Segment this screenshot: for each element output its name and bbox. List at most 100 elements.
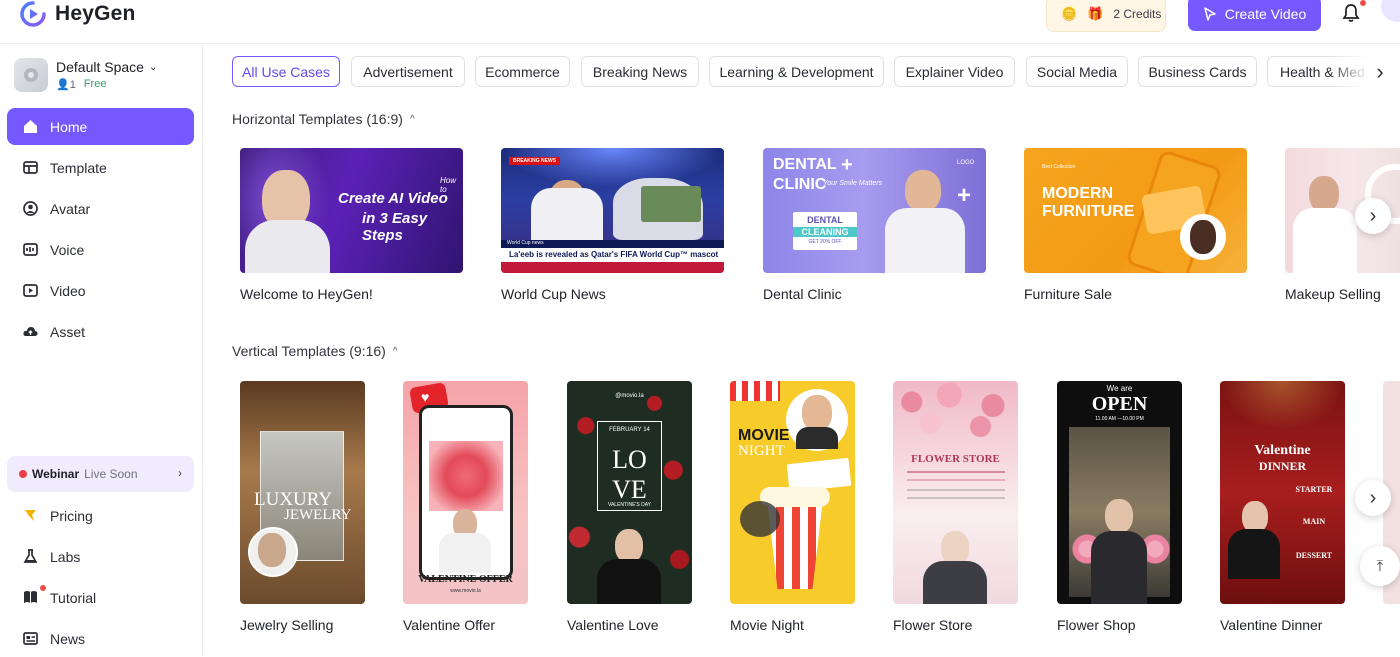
carousel-next-button[interactable]: ›: [1355, 480, 1391, 516]
card-title[interactable]: Valentine Offer: [403, 617, 495, 633]
asset-icon: [23, 327, 38, 336]
sidebar-item-labs[interactable]: Labs: [7, 538, 194, 575]
labs-icon: [23, 549, 38, 563]
create-video-button[interactable]: Create Video: [1188, 0, 1321, 31]
notification-dot: [40, 585, 46, 591]
plan-badge: Free: [83, 78, 107, 90]
card-text: NIGHT: [738, 443, 785, 459]
card-text: CLINIC: [773, 176, 827, 193]
sidebar-item-news[interactable]: News: [7, 620, 194, 657]
space-avatar: [14, 58, 48, 92]
cursor-icon: [1204, 6, 1216, 21]
card-title[interactable]: Makeup Selling: [1285, 286, 1381, 302]
card-title[interactable]: Jewelry Selling: [240, 617, 333, 633]
sidebar-item-home[interactable]: Home: [7, 108, 194, 145]
top-bar: HeyGen 🪙 🎁 2 Credits Create Video: [0, 0, 1400, 44]
template-card[interactable]: MOVIE NIGHT: [730, 381, 855, 604]
card-title[interactable]: Dental Clinic: [763, 286, 842, 302]
filter-chip[interactable]: Explainer Video: [894, 56, 1015, 87]
card-text: Best Collection: [1042, 164, 1076, 170]
sidebar-item-label: Template: [50, 159, 107, 176]
notification-dot: [1360, 0, 1366, 6]
sidebar-item-asset[interactable]: Asset: [7, 313, 194, 350]
gift-icon: 🎁: [1087, 6, 1104, 21]
live-dot: [19, 470, 27, 478]
card-title[interactable]: Valentine Dinner: [1220, 617, 1322, 633]
sidebar-item-label: Tutorial: [50, 589, 97, 606]
webinar-banner[interactable]: Webinar Live Soon ›: [7, 456, 194, 492]
bell-icon[interactable]: [1340, 2, 1362, 24]
use-case-filters: All Use Cases Advertisement Ecommerce Br…: [232, 56, 1400, 88]
template-card[interactable]: FLOWER STORE: [893, 381, 1018, 604]
template-card[interactable]: @movio.la FEBRUARY 14 LO VE VALENTINE'S …: [567, 381, 692, 604]
sidebar-item-voice[interactable]: Voice: [7, 231, 194, 268]
template-card[interactable]: How to Create AI Video in 3 Easy Steps: [240, 148, 463, 273]
avatar[interactable]: [1381, 0, 1400, 22]
chevron-right-icon: ›: [1369, 486, 1377, 509]
horizontal-section-title[interactable]: Horizontal Templates (16:9) ^: [232, 111, 415, 127]
template-card[interactable]: BREAKING NEWS World Cup news La'eeb is r…: [501, 148, 724, 273]
voice-icon: [23, 243, 38, 256]
chevron-up-icon: ^: [409, 113, 415, 125]
user-icon: 👤: [56, 79, 70, 91]
card-text: LO: [612, 445, 647, 474]
filter-chip[interactable]: Business Cards: [1138, 56, 1257, 87]
template-card[interactable]: ♥ VALENTINE OFFER www.movio.la: [403, 381, 528, 604]
filter-chip[interactable]: Advertisement: [351, 56, 465, 87]
card-text: DESSERT: [1295, 551, 1333, 560]
carousel-next-button[interactable]: ›: [1355, 198, 1391, 234]
sidebar-item-avatar[interactable]: Avatar: [7, 190, 194, 227]
template-card[interactable]: LUXURY JEWELRY: [240, 381, 365, 604]
scroll-to-top-button[interactable]: ⤒: [1360, 546, 1400, 586]
card-title[interactable]: Movie Night: [730, 617, 804, 633]
filter-chip[interactable]: Learning & Development: [709, 56, 884, 87]
card-text: www.movio.la: [450, 588, 481, 594]
news-icon: [23, 632, 38, 645]
card-text: Valentine: [1254, 443, 1311, 458]
template-card[interactable]: We are OPEN 11.00 AM —10.00 PM: [1057, 381, 1182, 604]
chevron-down-icon: ⌄: [148, 61, 158, 73]
chevron-right-icon[interactable]: ›: [1366, 58, 1394, 86]
card-title[interactable]: World Cup News: [501, 286, 606, 302]
sidebar-item-label: Home: [50, 118, 88, 135]
vertical-section-title[interactable]: Vertical Templates (9:16) ^: [232, 343, 398, 359]
sidebar: Default Space ⌄ 👤1 Free Home Template Ava…: [0, 44, 203, 655]
card-text: @movio.la: [615, 393, 644, 399]
space-switcher[interactable]: Default Space ⌄ 👤1 Free: [14, 58, 157, 92]
credits-badge[interactable]: 🪙 🎁 2 Credits: [1046, 0, 1166, 32]
heygen-logo-icon: [20, 1, 46, 27]
template-card[interactable]: Valentine DINNER STARTER MAIN DESSERT: [1220, 381, 1345, 604]
tutorial-icon: [24, 591, 37, 603]
sidebar-item-label: Asset: [50, 323, 86, 340]
avatar-icon: [23, 201, 38, 216]
sidebar-item-label: Labs: [50, 548, 81, 565]
filter-chip[interactable]: Social Media: [1026, 56, 1128, 87]
card-title[interactable]: Flower Shop: [1057, 617, 1136, 633]
card-text: OPEN: [1091, 393, 1148, 415]
sidebar-item-pricing[interactable]: Pricing: [7, 497, 194, 534]
card-title[interactable]: Flower Store: [893, 617, 972, 633]
card-text: in 3 Easy Steps: [362, 210, 428, 244]
sidebar-item-tutorial[interactable]: Tutorial: [7, 579, 194, 616]
sidebar-item-video[interactable]: Video: [7, 272, 194, 309]
card-title[interactable]: Welcome to HeyGen!: [240, 286, 373, 302]
filter-chip[interactable]: Ecommerce: [475, 56, 570, 87]
space-name: Default Space: [56, 59, 144, 75]
card-text: We are: [1106, 384, 1133, 393]
news-ticker: La'eeb is revealed as Qatar's FIFA World…: [501, 248, 724, 262]
filter-chip[interactable]: Breaking News: [581, 56, 699, 87]
credits-label: 2 Credits: [1113, 7, 1162, 21]
app-name: HeyGen: [55, 2, 136, 25]
filter-chip[interactable]: All Use Cases: [232, 56, 340, 87]
webinar-label: Webinar: [32, 467, 80, 481]
card-title[interactable]: Valentine Love: [567, 617, 659, 633]
sidebar-item-template[interactable]: Template: [7, 149, 194, 186]
template-card[interactable]: Best Collection MODERN FURNITURE: [1024, 148, 1247, 273]
card-text: FLOWER STORE: [911, 453, 1000, 465]
pricing-icon: [25, 510, 36, 521]
card-text: World Cup news: [507, 240, 544, 246]
logo[interactable]: HeyGen: [20, 0, 136, 28]
card-title[interactable]: Furniture Sale: [1024, 286, 1112, 302]
sidebar-item-label: News: [50, 630, 86, 647]
template-card[interactable]: DENTAL + CLINIC Your Smile Matters LOGO …: [763, 148, 986, 273]
